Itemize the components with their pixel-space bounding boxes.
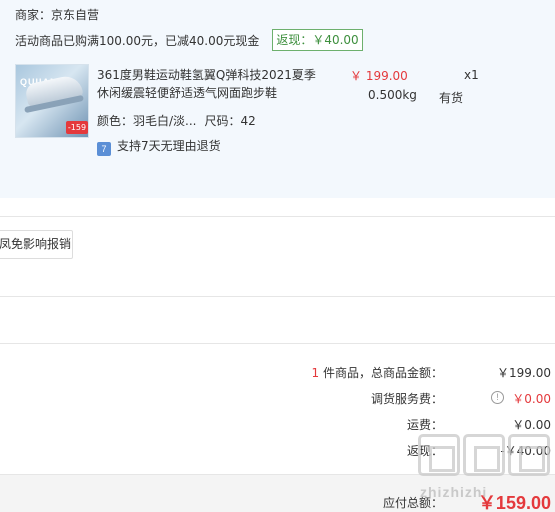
product-thumbnail[interactable]: QUIIAM -159 [15,64,89,138]
merchant-label: 商家：京东自营 [15,8,100,22]
info-icon[interactable]: ! [491,391,504,404]
product-price: ￥ 199.00 [350,69,408,83]
total-bar: 应付总额： ￥159.00 [0,474,555,512]
returns-icon: 7 [97,142,111,156]
shipping-label: 运费： [406,418,443,432]
thumbnail-price-tag: -159 [66,121,88,134]
rebate-badge: 返现：￥40.00 [272,29,363,51]
watermark-glyph [463,434,505,476]
payable-label: 应付总额： [382,496,443,510]
rebate-label: 返现： [406,444,443,458]
product-title-link[interactable]: 361度男鞋运动鞋氢翼Q弹科技2021夏季休闲缓震轻便舒适透气网面跑步鞋 [97,66,319,102]
goods-count-suffix: 件商品，总商品金额： [319,366,443,380]
swap-fee-label: 调货服务费： [370,392,443,406]
product-quantity: x1 [464,68,479,82]
rebate-value: -￥40.00 [500,444,551,458]
returns-text: 支持7天无理由退货 [117,139,221,153]
shipping-value: ￥0.00 [512,418,551,432]
swap-fee-value: ￥0.00 [512,392,551,406]
goods-total-value: ￥199.00 [497,366,551,380]
payable-value: ￥159.00 [477,493,551,512]
goods-count-label: 1 件商品，总商品金额： [312,364,443,381]
stock-status: 有货 [439,91,464,105]
returns-policy: 7 支持7天无理由退货 [97,137,221,156]
inspect-without-reimbursement-button[interactable]: 凤免影响报销 [0,230,73,259]
promo-text: 活动商品已购满100.00元，已减40.00元现金 [15,34,260,48]
product-weight: 0.500kg [368,88,417,102]
order-item-panel: 商家：京东自营 活动商品已购满100.00元，已减40.00元现金 返现：￥40… [0,0,555,198]
product-attributes: 颜色：羽毛白/淡... 尺码：42 [97,112,256,129]
section-divider [0,296,555,297]
product-color: 颜色：羽毛白/淡... [97,114,197,128]
product-size: 尺码：42 [204,114,256,128]
section-divider [0,216,555,217]
section-divider [0,343,555,344]
